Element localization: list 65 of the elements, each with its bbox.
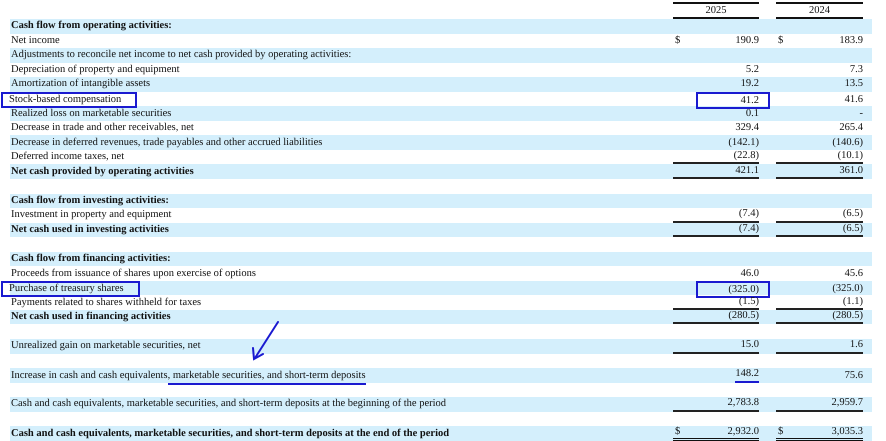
value-cell: 361.0	[839, 164, 863, 177]
row-label: Cash flow from investing activities:	[10, 194, 169, 206]
currency-sign: $	[674, 426, 680, 438]
row-label: Stock-based compensation	[1, 92, 138, 108]
value-cell: 45.6	[844, 268, 863, 280]
currency-sign: $	[777, 426, 784, 438]
currency-sign: $	[777, 34, 784, 47]
value-cell: (280.5)	[832, 310, 863, 322]
value-cell: 5.2	[746, 64, 759, 76]
row-label: Cash and cash equivalents, marketable securities, and short-term deposits at the beginning of the period	[10, 398, 446, 410]
row-label: Net income	[10, 34, 60, 46]
year-header: 2024	[809, 5, 830, 16]
value-cell: (325.0)	[832, 283, 863, 296]
row-label: Realized loss on marketable securities	[10, 108, 172, 119]
row-label: Purchase of treasury shares	[1, 281, 140, 298]
row-label: Cash flow from financing activities:	[10, 253, 171, 264]
value-cell: 183.9	[839, 34, 863, 47]
value-cell: (1.5)	[738, 296, 759, 308]
value-cell: (7.4)	[738, 208, 759, 220]
value-cell: 421.1	[735, 164, 759, 177]
row-label: Unrealized gain on marketable securities, net	[10, 340, 201, 352]
value-cell: (325.0)	[696, 280, 770, 298]
value-cell: 2,783.8	[728, 397, 759, 410]
value-cell: 7.3	[850, 64, 863, 76]
value-cell: (6.5)	[842, 208, 863, 220]
value-cell: 190.9	[735, 34, 759, 47]
row-label: Decrease in deferred revenues, trade payables and other accrued liabilities	[10, 136, 322, 148]
currency-sign: $	[674, 34, 680, 47]
value-cell: 19.2	[740, 78, 759, 90]
row-label: Cash flow from operating activities:	[10, 20, 172, 32]
year-header: 2025	[706, 5, 726, 16]
value-cell: 0.1	[746, 108, 759, 120]
value-cell: 3,035.3	[832, 426, 863, 438]
value-cell: (6.5)	[842, 222, 863, 235]
value-cell: 41.2	[696, 92, 770, 109]
value-cell: 265.4	[839, 122, 863, 134]
value-cell: (140.6)	[832, 136, 863, 149]
row-label: Investment in property and equipment	[10, 209, 172, 220]
value-cell: 13.5	[844, 78, 863, 90]
row-label: Net cash used in investing activities	[10, 224, 169, 235]
value-cell: (142.1)	[728, 136, 759, 149]
value-cell: (22.8)	[734, 150, 759, 162]
value-cell: (7.4)	[738, 222, 759, 235]
row-label: Adjustments to reconcile net income to net cash provided by operating activities:	[10, 49, 352, 60]
row-label: Net cash provided by operating activities	[10, 166, 194, 177]
value-cell: 46.0	[740, 268, 759, 280]
value-cell: (10.1)	[838, 150, 863, 162]
row-label: Deferred income taxes, net	[10, 151, 124, 162]
value-cell: 1.6	[850, 339, 863, 352]
value-cell: 2,932.0	[728, 426, 759, 438]
row-label: Net cash used in financing activities	[10, 311, 171, 322]
value-cell: (1.1)	[842, 296, 863, 308]
value-cell: 2,959.7	[832, 397, 863, 410]
value-cell: (280.5)	[728, 310, 759, 322]
row-label: Cash and cash equivalents, marketable securities, and short-term deposits at the end of the period	[10, 428, 450, 439]
row-label: Payments related to shares withheld for taxes	[10, 296, 202, 308]
row-label: Amortization of intangible assets	[10, 78, 150, 90]
value-cell: 41.6	[844, 94, 863, 106]
value-cell: 329.4	[735, 122, 759, 134]
row-label: Proceeds from issuance of shares upon exercise of options	[10, 268, 256, 279]
row-label: Depreciation of property and equipment	[10, 64, 180, 75]
value-cell: 15.0	[740, 339, 759, 352]
row-label: Decrease in trade and other receivables, net	[10, 122, 194, 134]
value-cell: 75.6	[844, 370, 863, 382]
value-cell: -	[860, 108, 863, 120]
